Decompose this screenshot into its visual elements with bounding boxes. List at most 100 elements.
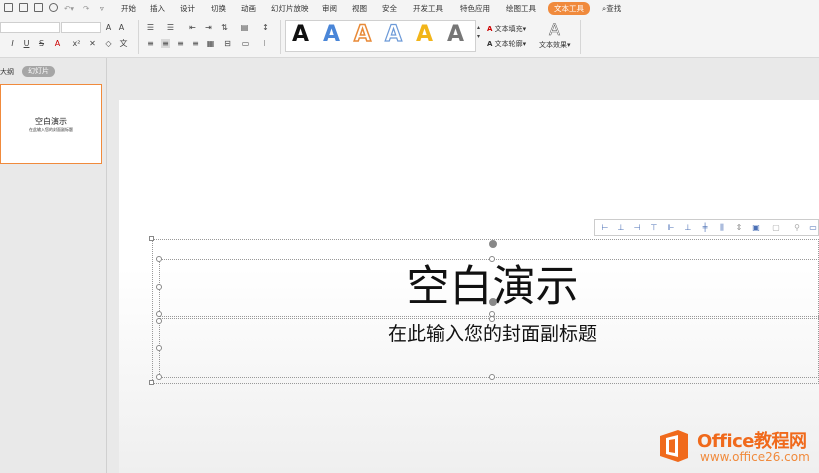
resize-handle[interactable] (156, 256, 162, 262)
text-fill-icon: A (487, 25, 493, 33)
resize-handle[interactable] (489, 256, 495, 262)
redo-icon[interactable]: ↷ (83, 3, 89, 15)
tab-security[interactable]: 安全 (382, 3, 397, 15)
art-style-gray-fill[interactable]: A (447, 22, 464, 48)
resize-handle[interactable] (149, 236, 154, 241)
resize-handle[interactable] (156, 374, 162, 380)
font-color-icon[interactable]: A (53, 39, 62, 48)
tab-slideshow[interactable]: 幻灯片放映 (271, 3, 309, 15)
resize-handle[interactable] (156, 318, 162, 324)
tab-home[interactable]: 开始 (121, 3, 136, 15)
resize-handle[interactable] (489, 316, 495, 322)
numbering-icon[interactable]: ☰ (166, 23, 175, 32)
bullets-icon[interactable]: ☰ (146, 23, 155, 32)
more-icon[interactable]: ▭ (808, 223, 818, 233)
preview-icon[interactable] (49, 3, 58, 12)
tab-slides[interactable]: 幻灯片 (22, 66, 55, 77)
align-right-icon[interactable]: ⊣ (632, 223, 642, 233)
save-icon[interactable] (4, 3, 13, 12)
align-center-horizontal-icon[interactable]: ⊥ (616, 223, 626, 233)
text-effect-icon[interactable]: A (549, 20, 560, 40)
text-effect-button[interactable]: 文本效果▾ (539, 40, 571, 50)
decrease-indent-icon[interactable]: ⇤ (188, 23, 197, 32)
gallery-up-icon[interactable]: ▴ (474, 23, 483, 32)
clear-format-icon[interactable]: ✕ (88, 39, 97, 48)
rotate-handle-icon[interactable] (489, 240, 497, 248)
divider (580, 20, 581, 54)
slide-subtitle[interactable]: 在此输入您的封面副标题 (340, 321, 645, 347)
text-box-icon[interactable]: ▭ (241, 39, 250, 48)
distribute-icon[interactable]: ▦ (206, 39, 215, 48)
text-effect-label: 文本效果 (539, 41, 567, 49)
distribute-horizontal-icon[interactable]: ╪ (700, 223, 710, 233)
resize-handle[interactable] (489, 374, 495, 380)
gallery-more-icon[interactable]: ▾ (474, 32, 483, 41)
tab-design[interactable]: 设计 (180, 3, 195, 15)
lock-icon[interactable]: ⚲ (792, 223, 802, 233)
font-name-field[interactable] (0, 22, 60, 33)
art-style-gold-fill[interactable]: A (416, 22, 433, 48)
strikethrough-icon[interactable]: S (37, 39, 46, 48)
ungroup-icon[interactable]: ▢ (771, 223, 781, 233)
group-icon[interactable]: ▣ (751, 223, 761, 233)
art-style-blue-fill[interactable]: A (323, 22, 340, 48)
align-left-icon[interactable]: ⊢ (600, 223, 610, 233)
align-center-icon[interactable]: ≡ (161, 39, 170, 48)
art-style-orange-outline[interactable]: A (353, 21, 372, 48)
grow-font-icon[interactable]: A (104, 23, 113, 32)
text-outline-icon: A (487, 40, 493, 48)
justify-icon[interactable]: ≡ (191, 39, 200, 48)
resize-handle[interactable] (156, 311, 162, 317)
slide-title[interactable]: 空白演示 (370, 259, 615, 315)
tab-animation[interactable]: 动画 (241, 3, 256, 15)
align-left-icon[interactable]: ≡ (146, 39, 155, 48)
tab-view[interactable]: 视图 (352, 3, 367, 15)
office-logo-icon (656, 428, 692, 464)
text-direction-icon[interactable]: ⇅ (220, 23, 229, 32)
tab-outline[interactable]: 大纲 (0, 67, 14, 77)
font-size-field[interactable] (61, 22, 101, 33)
tab-transition[interactable]: 切换 (211, 3, 226, 15)
align-middle-icon[interactable]: ⊩ (666, 223, 676, 233)
tab-insert[interactable]: 插入 (150, 3, 165, 15)
superscript-icon[interactable]: x² (72, 39, 81, 48)
resize-handle[interactable] (156, 284, 162, 290)
align-right-icon[interactable]: ≡ (176, 39, 185, 48)
tab-drawing-tools[interactable]: 绘图工具 (506, 3, 536, 15)
line-spacing-icon[interactable]: ↕ (261, 23, 270, 32)
tab-developer[interactable]: 开发工具 (413, 3, 443, 15)
resize-handle[interactable] (149, 380, 154, 385)
tab-text-tools[interactable]: 文本工具 (548, 2, 590, 15)
fit-icon[interactable]: ⇕ (734, 223, 744, 233)
customize-icon[interactable]: ▿ (100, 3, 104, 15)
text-fill-button[interactable]: A 文本填充▾ (487, 24, 526, 34)
undo-icon[interactable]: ↶▾ (64, 3, 74, 15)
underline-icon[interactable]: U (22, 39, 31, 48)
thumbnail-title: 空白演示 (35, 117, 67, 126)
align-text-icon[interactable]: ⊟ (223, 39, 232, 48)
text-fill-label: 文本填充 (494, 25, 523, 33)
align-top-icon[interactable]: ⊤ (649, 223, 659, 233)
slide-thumbnail[interactable]: 空白演示 在此输入您的封面副标题 (0, 84, 102, 164)
shrink-font-icon[interactable]: A (117, 23, 126, 32)
distribute-vertical-icon[interactable]: ⫼ (717, 223, 727, 233)
text-outline-button[interactable]: A 文本轮廓▾ (487, 39, 526, 49)
italic-icon[interactable]: I (8, 39, 17, 48)
paragraph-settings-icon[interactable]: ⁝ (260, 39, 269, 48)
menu-bar: ↶▾ ↷ ▿ 开始 插入 设计 切换 动画 幻灯片放映 审阅 视图 安全 开发工… (0, 0, 819, 17)
highlight-icon[interactable]: 文 (119, 39, 128, 48)
eraser-icon[interactable]: ◇ (104, 39, 113, 48)
resize-handle[interactable] (156, 345, 162, 351)
art-style-blue-outline[interactable]: A (384, 21, 402, 48)
search-label: 查找 (606, 4, 622, 13)
tab-review[interactable]: 审阅 (322, 3, 337, 15)
tab-special[interactable]: 特色应用 (460, 3, 490, 15)
art-style-black-fill[interactable]: A (292, 22, 309, 48)
columns-icon[interactable]: ▤ (240, 23, 249, 32)
export-icon[interactable] (19, 3, 28, 12)
increase-indent-icon[interactable]: ⇥ (204, 23, 213, 32)
align-bottom-icon[interactable]: ⊥ (683, 223, 693, 233)
print-icon[interactable] (34, 3, 43, 12)
search-button[interactable]: ⌕查找 (602, 3, 621, 15)
rotate-handle-icon[interactable] (489, 298, 497, 306)
